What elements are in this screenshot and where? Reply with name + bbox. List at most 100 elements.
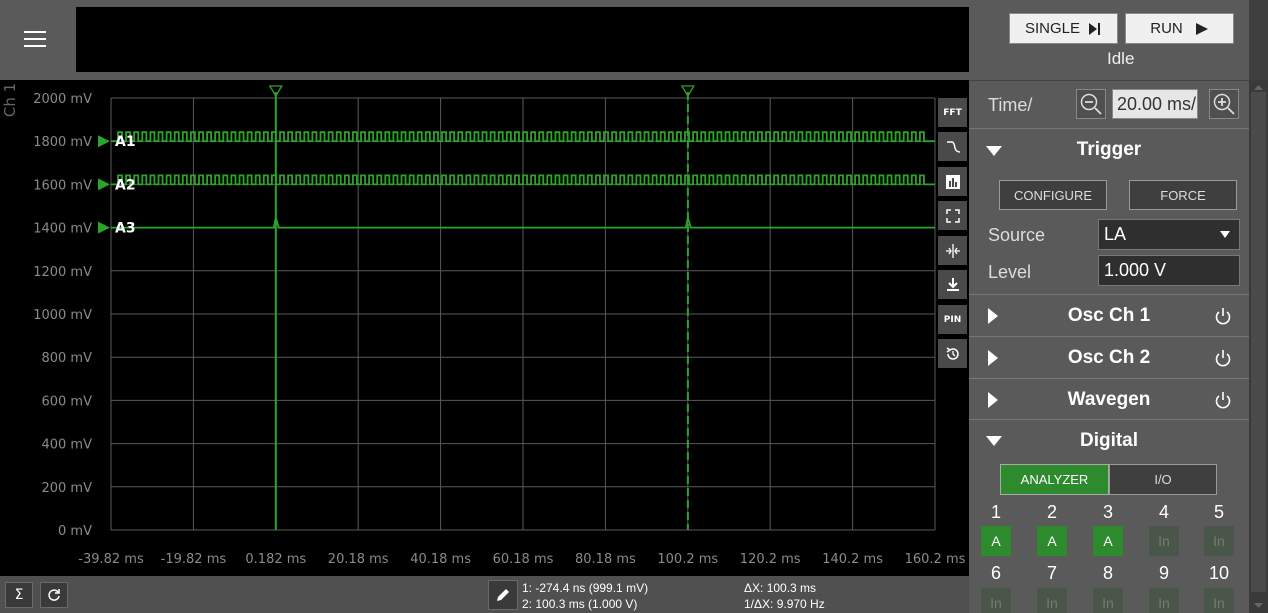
hamburger-menu-icon[interactable] (14, 18, 56, 60)
pin-mode-button-6[interactable]: In (981, 588, 1011, 613)
pin-mode-button-10[interactable]: In (1204, 588, 1234, 613)
x-tick-label: 80.18 ms (575, 552, 636, 567)
pin-number: 10 (1208, 563, 1230, 583)
pin-mode-button-1[interactable]: A (981, 526, 1011, 556)
cursor-1-readout: 1: -274.4 ns (999.1 mV) (522, 581, 649, 595)
level-input[interactable]: 1.000 V (1098, 255, 1240, 286)
pin-button[interactable]: PIN (938, 305, 967, 334)
pin-mode-button-5[interactable]: In (1204, 526, 1234, 556)
scroll-down-icon (1254, 603, 1263, 608)
channel-marker-icon (98, 178, 110, 191)
fullscreen-button[interactable] (938, 201, 967, 230)
power-icon[interactable] (1214, 391, 1232, 409)
analyzer-tab[interactable]: ANALYZER (1000, 464, 1109, 495)
pin-mode-button-8[interactable]: In (1093, 588, 1123, 613)
y-tick-label: 600 mV (41, 394, 92, 409)
play-icon (1195, 22, 1208, 35)
zoom-out-button[interactable] (1076, 89, 1106, 119)
pin-mode-button-3[interactable]: A (1093, 526, 1123, 556)
zoom-in-button[interactable] (1209, 89, 1239, 119)
channel-marker-icon (98, 221, 110, 234)
filter-icon (946, 140, 960, 153)
scroll-up-icon (1254, 85, 1263, 90)
step-icon (1089, 22, 1101, 35)
panel-scrollbar[interactable] (1249, 80, 1268, 613)
pin-mode-button-7[interactable]: In (1037, 588, 1067, 613)
osc-ch1-section-header[interactable]: Osc Ch 1 (969, 294, 1249, 336)
digital-title: Digital (1079, 430, 1139, 451)
wavegen-section-header[interactable]: Wavegen (969, 378, 1249, 419)
download-icon (946, 277, 959, 291)
power-icon[interactable] (1214, 349, 1232, 367)
pin-number: 8 (1102, 563, 1113, 583)
power-icon[interactable] (1214, 307, 1232, 325)
fit-button[interactable] (938, 236, 967, 265)
x-tick-label: 120.2 ms (740, 552, 801, 567)
x-tick-label: 60.18 ms (493, 552, 554, 567)
delta-x-readout: ΔX: 100.3 ms (744, 581, 817, 595)
math-button[interactable]: Σ (5, 582, 33, 608)
x-tick-label: -19.82 ms (161, 552, 227, 567)
refresh-icon (48, 589, 60, 601)
fullscreen-icon (945, 208, 960, 223)
pin-number: 1 (990, 502, 1001, 522)
io-tab[interactable]: I/O (1109, 464, 1217, 495)
channel-axis-label: Ch 1 (1, 83, 19, 117)
channel-label: A3 (115, 221, 136, 237)
x-tick-label: 20.18 ms (328, 552, 389, 567)
fft-label: FFT (943, 107, 962, 118)
digital-section-header[interactable]: Digital (969, 419, 1249, 461)
run-button[interactable]: RUN (1125, 13, 1234, 44)
reset-icon (946, 346, 959, 360)
scroll-thumb[interactable] (1251, 92, 1266, 592)
svg-text:Ch 1: Ch 1 (1, 83, 19, 117)
y-tick-label: 1600 mV (33, 178, 92, 193)
y-tick-label: 1800 mV (33, 135, 92, 150)
pin-number: 6 (990, 563, 1001, 583)
force-button[interactable]: FORCE (1129, 180, 1237, 210)
histogram-button[interactable] (938, 167, 967, 196)
source-label: Source (988, 225, 1046, 245)
refresh-button[interactable] (40, 582, 68, 608)
acquisition-controls: SINGLE RUN Idle (969, 0, 1249, 80)
top-bar (0, 0, 969, 80)
pin-number: 4 (1158, 502, 1169, 522)
configure-button[interactable]: CONFIGURE (999, 180, 1107, 210)
pin-mode-button-2[interactable]: A (1037, 526, 1067, 556)
plot-canvas: 2000 mV 1800 mV 1600 mV 1400 mV 1200 mV 1000 … (33, 85, 966, 567)
export-button[interactable] (938, 270, 967, 299)
pin-mode-button-4[interactable]: In (1149, 526, 1179, 556)
scope-plot[interactable]: 2000 mV 1800 mV 1600 mV 1400 mV 1200 mV 1000 … (0, 80, 969, 576)
single-label: SINGLE (1024, 20, 1081, 37)
single-button[interactable]: SINGLE (1009, 13, 1118, 44)
x-tick-label: 40.18 ms (410, 552, 471, 567)
channel-label: A1 (115, 134, 136, 150)
zoom-in-icon (1213, 93, 1235, 115)
channel-trace (111, 174, 935, 186)
pin-mode-button-9[interactable]: In (1149, 588, 1179, 613)
settings-panel: SINGLE RUN Idle Time/ 20.00 ms/ Trigger (969, 0, 1268, 613)
pin-number: 9 (1158, 563, 1169, 583)
time-per-div-input[interactable]: 20.00 ms/ (1112, 89, 1198, 119)
osc-ch2-section-header[interactable]: Osc Ch 2 (969, 336, 1249, 378)
fft-button[interactable]: FFT (938, 98, 967, 127)
pin-number: 2 (1046, 502, 1057, 522)
trigger-body: CONFIGURE FORCE Source LA Level 1.000 V (969, 172, 1249, 294)
filter-button[interactable] (938, 132, 967, 161)
x-tick-label: 0.182 ms (245, 552, 306, 567)
x-tick-label: 100.2 ms (657, 552, 718, 567)
osc-ch1-title: Osc Ch 1 (1067, 305, 1151, 326)
source-select[interactable]: LA (1098, 219, 1240, 250)
y-tick-label: 1200 mV (33, 265, 92, 280)
trigger-section-header[interactable]: Trigger (969, 128, 1249, 172)
scope-header-display (76, 7, 969, 72)
time-row: Time/ 20.00 ms/ (969, 80, 1249, 128)
source-value: LA (1104, 224, 1127, 244)
edit-cursors-button[interactable] (488, 580, 518, 610)
level-label: Level (988, 262, 1032, 282)
channel-marker-icon (98, 135, 110, 148)
x-tick-label: 160.2 ms (905, 552, 966, 567)
x-tick-label: 140.2 ms (822, 552, 883, 567)
y-tick-label: 0 mV (58, 524, 92, 539)
reset-view-button[interactable] (938, 339, 967, 368)
